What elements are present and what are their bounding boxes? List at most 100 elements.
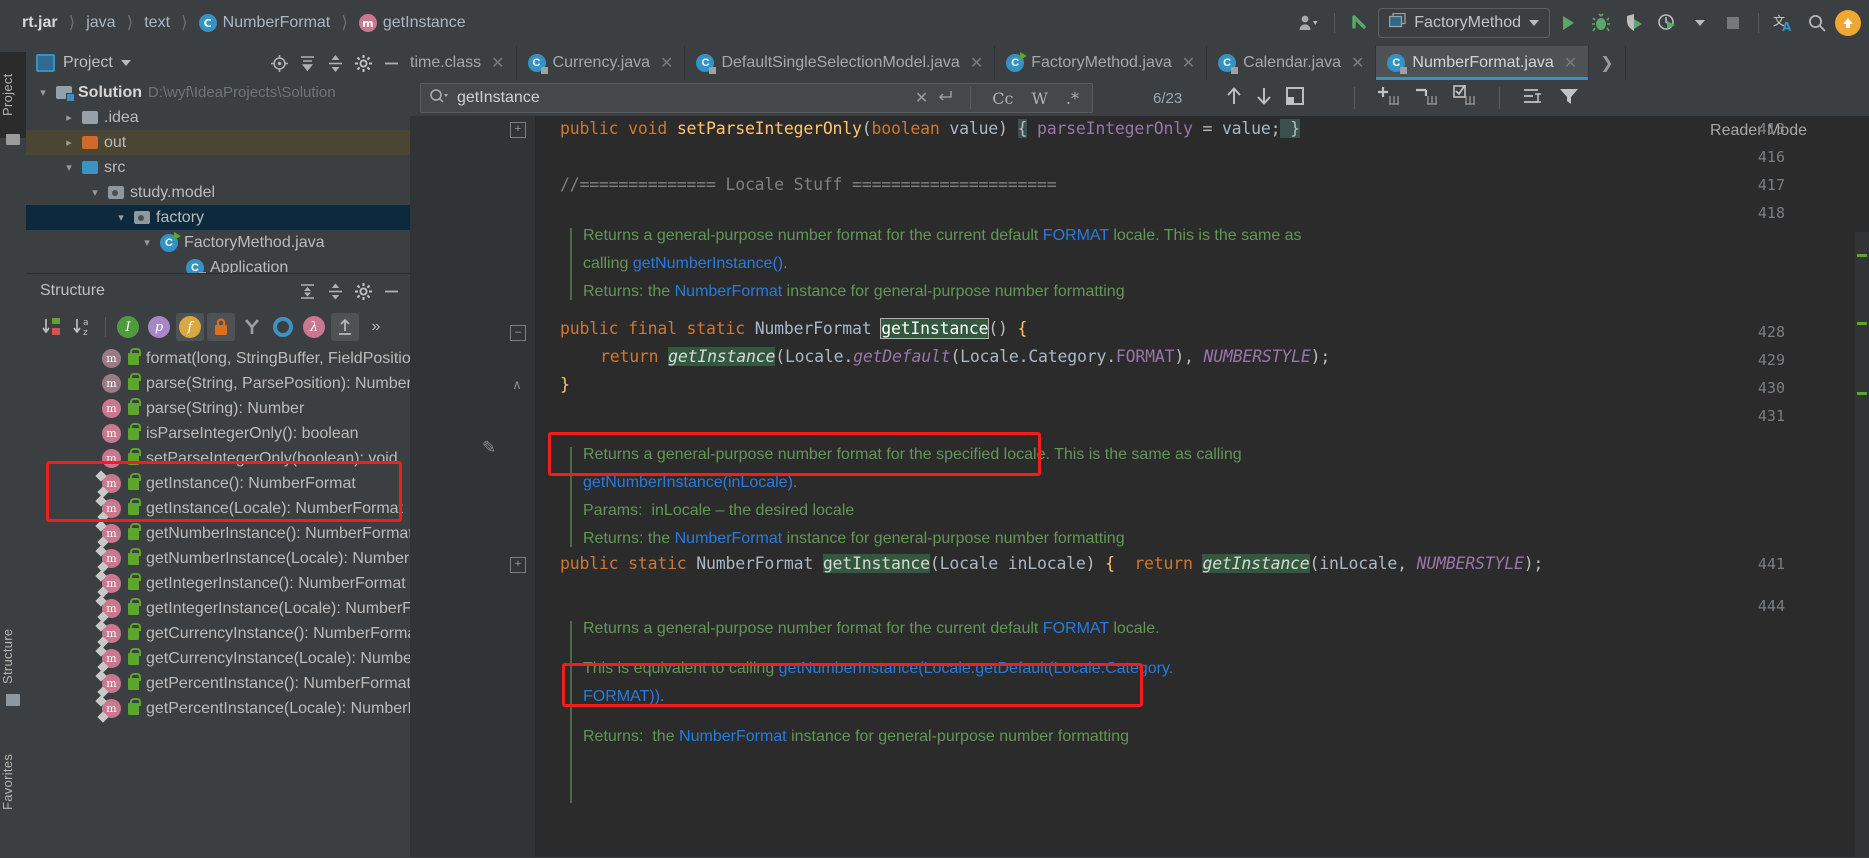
- fold-expand-icon[interactable]: +: [510, 557, 526, 573]
- arrow-up-icon[interactable]: [1224, 85, 1244, 111]
- tool-window-tab-project[interactable]: Project: [0, 52, 26, 138]
- chevron-right-icon[interactable]: ▸: [62, 111, 76, 124]
- new-line-icon[interactable]: [936, 88, 954, 108]
- collapse-all-icon[interactable]: [322, 50, 348, 76]
- breadcrumb-item-numberformat[interactable]: C NumberFormat: [195, 12, 335, 34]
- indent-icon[interactable]: [1522, 86, 1544, 110]
- tree-node-out[interactable]: ▸ out: [26, 130, 410, 155]
- list-item[interactable]: m getPercentInstance(): NumberFormat: [26, 671, 410, 696]
- tree-node-factorymethod-java[interactable]: ▾ C FactoryMethod.java: [26, 230, 410, 255]
- hide-icon[interactable]: [378, 50, 404, 76]
- user-account-icon[interactable]: [1294, 8, 1324, 38]
- chevron-down-icon[interactable]: ▾: [62, 161, 76, 174]
- more-options-icon[interactable]: »: [362, 313, 390, 341]
- sort-by-visibility-icon[interactable]: [38, 313, 66, 341]
- code-editor[interactable]: Reader Mode 413 416 417 418 428 429 430 …: [410, 116, 1869, 857]
- list-item[interactable]: m getInstance(Locale): NumberFormat: [26, 496, 410, 521]
- settings-icon[interactable]: [350, 278, 376, 304]
- tree-node-idea[interactable]: ▸ .idea: [26, 105, 410, 130]
- list-item[interactable]: m getIntegerInstance(Locale): NumberForma…: [26, 596, 410, 621]
- remove-line-icon[interactable]: [1415, 85, 1439, 111]
- tree-node-solution[interactable]: ▾ Solution D:\wyf\IdeaProjects\Solution: [26, 80, 410, 105]
- close-icon[interactable]: ✕: [915, 88, 928, 108]
- tree-node-application[interactable]: C Application: [26, 255, 410, 273]
- filter-icon[interactable]: [1558, 86, 1580, 110]
- search-input-value[interactable]: getInstance: [457, 89, 907, 107]
- regex-toggle[interactable]: .*: [1061, 89, 1084, 108]
- chevron-down-icon[interactable]: ▾: [114, 211, 128, 224]
- hide-icon[interactable]: [378, 278, 404, 304]
- tree-node-src[interactable]: ▾ src: [26, 155, 410, 180]
- tool-window-tab-favorites[interactable]: Favorites: [0, 736, 26, 828]
- editor-marker-scrollbar[interactable]: [1855, 232, 1869, 857]
- chevron-right-icon[interactable]: ▸: [62, 136, 76, 149]
- chevron-down-icon[interactable]: ▾: [36, 86, 50, 99]
- settings-icon[interactable]: [350, 50, 376, 76]
- show-anonymous-icon[interactable]: [269, 313, 297, 341]
- show-inherited-icon[interactable]: I: [114, 313, 142, 341]
- group-methods-icon[interactable]: [238, 313, 266, 341]
- list-item[interactable]: m getNumberInstance(): NumberFormat: [26, 521, 410, 546]
- search-icon[interactable]: [429, 88, 449, 108]
- words-toggle[interactable]: W: [1026, 89, 1052, 108]
- editor-tab-currency-java[interactable]: C Currency.java ✕: [517, 46, 686, 80]
- breadcrumb-item-rt-jar[interactable]: rt.jar: [18, 12, 62, 34]
- collapse-all-icon[interactable]: [322, 278, 348, 304]
- search-icon[interactable]: [1802, 8, 1832, 38]
- chevron-down-icon[interactable]: ▾: [140, 236, 154, 249]
- editor-tab-numberformat-java[interactable]: C NumberFormat.java ✕: [1376, 46, 1590, 80]
- sort-alphabetically-icon[interactable]: az: [69, 313, 97, 341]
- fold-collapse-icon[interactable]: –: [510, 325, 526, 341]
- tree-node-study-model[interactable]: ▾ study.model: [26, 180, 410, 205]
- list-item[interactable]: m getNumberInstance(Locale): NumberFormat: [26, 546, 410, 571]
- edit-pencil-icon[interactable]: ✎: [482, 438, 496, 458]
- expand-all-icon[interactable]: [294, 278, 320, 304]
- fold-end-icon[interactable]: ∧: [510, 378, 524, 393]
- locate-icon[interactable]: [266, 50, 292, 76]
- show-non-public-icon[interactable]: [207, 313, 235, 341]
- list-item[interactable]: m format(long, StringBuffer, FieldPositio…: [26, 346, 410, 371]
- profiler-icon[interactable]: [1652, 8, 1682, 38]
- editor-tab-time-class[interactable]: time.class ✕: [410, 46, 517, 80]
- run-configuration-selector[interactable]: FactoryMethod: [1378, 8, 1550, 38]
- autoscroll-icon[interactable]: [331, 313, 359, 341]
- editor-gutter[interactable]: [410, 116, 535, 857]
- tool-window-tab-structure[interactable]: Structure: [0, 606, 26, 706]
- show-properties-icon[interactable]: p: [145, 313, 173, 341]
- breadcrumb-item-getinstance[interactable]: m getInstance: [355, 12, 470, 34]
- close-icon[interactable]: ✕: [1351, 53, 1364, 73]
- list-item[interactable]: m setParseIntegerOnly(boolean): void: [26, 446, 410, 471]
- chevron-down-icon[interactable]: ▾: [88, 186, 102, 199]
- select-all-occurrences-icon[interactable]: [1284, 86, 1306, 110]
- arrow-down-icon[interactable]: [1254, 85, 1274, 111]
- close-icon[interactable]: ✕: [660, 53, 673, 73]
- stop-icon[interactable]: [1718, 8, 1748, 38]
- close-icon[interactable]: ✕: [491, 53, 504, 73]
- chevron-down-icon[interactable]: [120, 60, 131, 66]
- list-item[interactable]: m getCurrencyInstance(): NumberFormat: [26, 621, 410, 646]
- show-fields-icon[interactable]: f: [176, 313, 204, 341]
- translate-icon[interactable]: 文A: [1769, 8, 1799, 38]
- list-item[interactable]: m parse(String, ParsePosition): Number: [26, 371, 410, 396]
- breadcrumb-item-text[interactable]: text: [140, 12, 174, 34]
- match-case-toggle[interactable]: Cc: [987, 89, 1018, 108]
- editor-tab-defaultsingleselectionmodel-java[interactable]: C DefaultSingleSelectionModel.java ✕: [685, 46, 996, 80]
- profiler-dropdown-icon[interactable]: [1685, 8, 1715, 38]
- vcs-update-icon[interactable]: [1345, 8, 1375, 38]
- tree-node-factory[interactable]: ▾ factory: [26, 205, 410, 230]
- list-item[interactable]: m getInstance(): NumberFormat: [26, 471, 410, 496]
- expand-all-icon[interactable]: [294, 50, 320, 76]
- list-item[interactable]: m getCurrencyInstance(Locale): NumberForm…: [26, 646, 410, 671]
- editor-tab-overflow[interactable]: ❯: [1589, 46, 1626, 80]
- list-item[interactable]: m getIntegerInstance(): NumberFormat: [26, 571, 410, 596]
- close-icon[interactable]: ✕: [1564, 53, 1577, 73]
- search-input[interactable]: getInstance ✕ Cc W .*: [420, 83, 1093, 113]
- fold-expand-icon[interactable]: +: [510, 122, 526, 138]
- list-item[interactable]: m parse(String): Number: [26, 396, 410, 421]
- toggle-line-icon[interactable]: [1453, 84, 1477, 111]
- add-line-icon[interactable]: [1377, 85, 1401, 111]
- run-with-coverage-icon[interactable]: [1619, 8, 1649, 38]
- editor-tab-calendar-java[interactable]: C Calendar.java ✕: [1207, 46, 1377, 80]
- debug-icon[interactable]: [1586, 8, 1616, 38]
- show-lambdas-icon[interactable]: λ: [300, 313, 328, 341]
